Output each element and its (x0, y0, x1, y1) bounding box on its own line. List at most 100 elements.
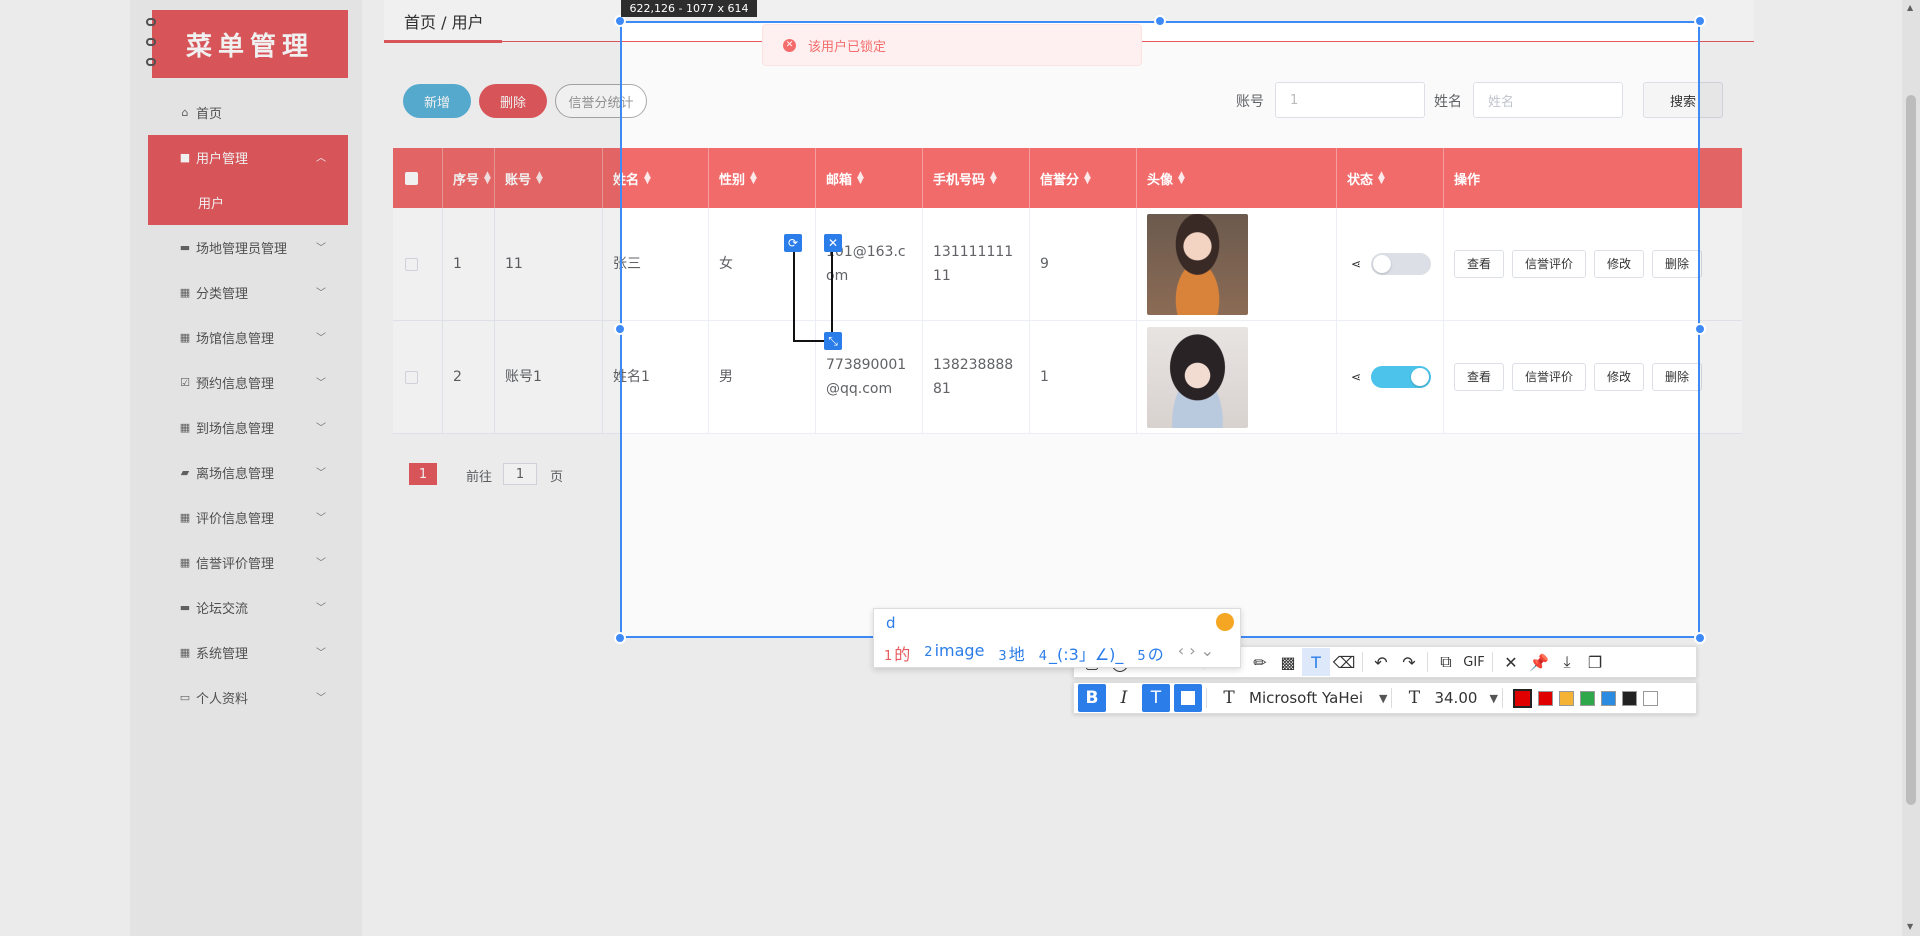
share-icon[interactable]: ⋖ (1351, 252, 1361, 276)
color-swatch-black[interactable] (1621, 690, 1637, 706)
view-button[interactable]: 查看 (1454, 250, 1505, 278)
scroll-down-icon[interactable]: ▼ (1907, 922, 1913, 931)
col-header-score[interactable]: 信誉分 ▲ ▼ (1030, 148, 1137, 208)
sidebar-item-profile[interactable]: ▭ 个人资料 ﹀ (148, 675, 348, 720)
copy-icon[interactable]: ❐ (1581, 648, 1609, 676)
col-header-index[interactable]: 序号 ▲ ▼ (443, 148, 495, 208)
view-button[interactable]: 查看 (1454, 363, 1505, 391)
ime-candidate[interactable]: 5の (1137, 641, 1163, 665)
text-outline-icon[interactable]: T (1142, 684, 1170, 712)
name-input[interactable]: 姓名 (1473, 82, 1623, 118)
ime-candidate[interactable]: 1的 (884, 641, 910, 665)
account-input[interactable]: 1 (1275, 82, 1425, 118)
scroll-up-icon[interactable]: ▲ (1907, 3, 1913, 12)
color-swatch-white[interactable] (1642, 690, 1658, 706)
resize-icon[interactable]: ⤡ (824, 332, 842, 350)
col-header-status[interactable]: 状态 ▲ ▼ (1337, 148, 1444, 208)
sidebar-item-venue-info[interactable]: ▦ 场馆信息管理 ﹀ (148, 315, 348, 360)
row-checkbox[interactable] (405, 257, 418, 271)
active-color-swatch[interactable] (1512, 688, 1532, 708)
sort-icon[interactable]: ▲ ▼ (1084, 171, 1091, 186)
search-button[interactable]: 搜索 (1643, 82, 1723, 118)
sidebar-item-user-management[interactable]: ■ 用户管理 ︿ (148, 135, 348, 180)
sidebar-item-departure[interactable]: ▰ 离场信息管理 ﹀ (148, 450, 348, 495)
ime-candidate[interactable]: 3地 (998, 641, 1024, 665)
resize-handle[interactable] (1694, 323, 1706, 335)
text-annotation-box[interactable]: ⟳ ✕ ⤡ (784, 234, 842, 350)
scrollbar-thumb[interactable] (1906, 95, 1916, 805)
avatar-image[interactable] (1147, 326, 1248, 428)
breadcrumb-text[interactable]: 首页 / 用户 (404, 9, 484, 33)
sort-icon[interactable]: ▲ ▼ (644, 171, 651, 186)
highlighter-icon[interactable]: ✏ (1246, 648, 1274, 676)
pagination-current-page[interactable]: 1 (409, 463, 437, 485)
resize-handle[interactable] (614, 323, 626, 335)
resize-handle[interactable] (614, 632, 626, 644)
scroll-capture-icon[interactable]: ⧉ (1432, 648, 1460, 676)
sidebar-subitem-users[interactable]: 用户 (148, 180, 348, 225)
close-icon[interactable]: ✕ (824, 234, 842, 252)
status-switch[interactable] (1371, 366, 1432, 388)
redo-icon[interactable]: ↷ (1395, 648, 1423, 676)
edit-button[interactable]: 修改 (1594, 363, 1645, 391)
sort-icon[interactable]: ▲ ▼ (536, 171, 543, 186)
col-header-name[interactable]: 姓名 ▲ ▼ (603, 148, 709, 208)
delete-button[interactable]: 删除 (479, 84, 547, 118)
color-swatch-orange[interactable] (1558, 690, 1574, 706)
select-all-checkbox[interactable] (405, 171, 418, 185)
text-background-icon[interactable] (1174, 684, 1202, 712)
ime-candidate[interactable]: 2 image (924, 641, 984, 665)
rotate-icon[interactable]: ⟳ (784, 234, 802, 252)
download-icon[interactable]: ⤓ (1553, 648, 1581, 676)
gif-button[interactable]: GIF (1460, 648, 1488, 676)
color-swatch-green[interactable] (1579, 690, 1595, 706)
pin-icon[interactable]: 📌 (1525, 648, 1553, 676)
col-header-phone[interactable]: 手机号码 ▲ ▼ (923, 148, 1030, 208)
row-checkbox[interactable] (405, 370, 418, 384)
sidebar-item-venue-admin[interactable]: ▬ 场地管理员管理 ﹀ (148, 225, 348, 270)
sidebar-item-arrival[interactable]: ▦ 到场信息管理 ﹀ (148, 405, 348, 450)
sidebar-item-system[interactable]: ▦ 系统管理 ﹀ (148, 630, 348, 675)
cancel-icon[interactable]: ✕ (1497, 648, 1525, 676)
credit-stats-button[interactable]: 信誉分统计 (555, 84, 647, 118)
avatar-image[interactable] (1147, 213, 1248, 315)
sort-icon[interactable]: ▲ ▼ (750, 171, 757, 186)
resize-handle[interactable] (1694, 632, 1706, 644)
pagination-goto-input[interactable]: 1 (503, 463, 537, 485)
sort-icon[interactable]: ▲ ▼ (1378, 171, 1385, 186)
mosaic-icon[interactable]: ▩ (1274, 648, 1302, 676)
ime-candidate[interactable]: 4 _(:3」∠)_ (1039, 641, 1124, 665)
page-scrollbar[interactable]: ▲ ▼ (1902, 0, 1920, 936)
col-header-account[interactable]: 账号 ▲ ▼ (495, 148, 603, 208)
font-family-select[interactable]: Microsoft YaHei (1249, 689, 1379, 707)
credit-review-button[interactable]: 信誉评价 (1512, 250, 1587, 278)
sidebar-item-home[interactable]: ⌂ 首页 (148, 90, 348, 135)
ime-page-nav-icon[interactable]: ‹ › ⌄ (1178, 641, 1214, 665)
status-switch[interactable] (1371, 253, 1432, 275)
font-size-select[interactable]: 34.00 (1434, 689, 1489, 707)
edit-button[interactable]: 修改 (1594, 250, 1645, 278)
ime-emoji-icon[interactable] (1216, 613, 1234, 631)
resize-handle[interactable] (1154, 15, 1166, 27)
sort-icon[interactable]: ▲ ▼ (857, 171, 864, 186)
undo-icon[interactable]: ↶ (1367, 648, 1395, 676)
sidebar-item-forum[interactable]: ▬ 论坛交流 ﹀ (148, 585, 348, 630)
col-header-email[interactable]: 邮箱 ▲ ▼ (816, 148, 923, 208)
sidebar-item-booking[interactable]: ☑ 预约信息管理 ﹀ (148, 360, 348, 405)
chevron-down-icon[interactable]: ▼ (1379, 692, 1387, 705)
sidebar-item-category[interactable]: ▦ 分类管理 ﹀ (148, 270, 348, 315)
italic-icon[interactable]: I (1110, 684, 1138, 712)
share-icon[interactable]: ⋖ (1351, 365, 1361, 389)
sort-icon[interactable]: ▲ ▼ (1178, 171, 1185, 186)
sort-icon[interactable]: ▲ ▼ (990, 171, 997, 186)
col-header-gender[interactable]: 性别 ▲ ▼ (709, 148, 816, 208)
color-swatch-red[interactable] (1537, 690, 1553, 706)
row-delete-button[interactable]: 删除 (1652, 250, 1703, 278)
add-button[interactable]: 新增 (403, 84, 471, 118)
app-logo[interactable]: 菜单管理 (146, 10, 348, 78)
resize-handle[interactable] (1694, 15, 1706, 27)
sidebar-item-credit-review[interactable]: ▦ 信誉评价管理 ﹀ (148, 540, 348, 585)
sidebar-item-review[interactable]: ▦ 评价信息管理 ﹀ (148, 495, 348, 540)
text-tool-icon[interactable]: T (1302, 648, 1330, 676)
chevron-down-icon[interactable]: ▼ (1489, 692, 1497, 705)
